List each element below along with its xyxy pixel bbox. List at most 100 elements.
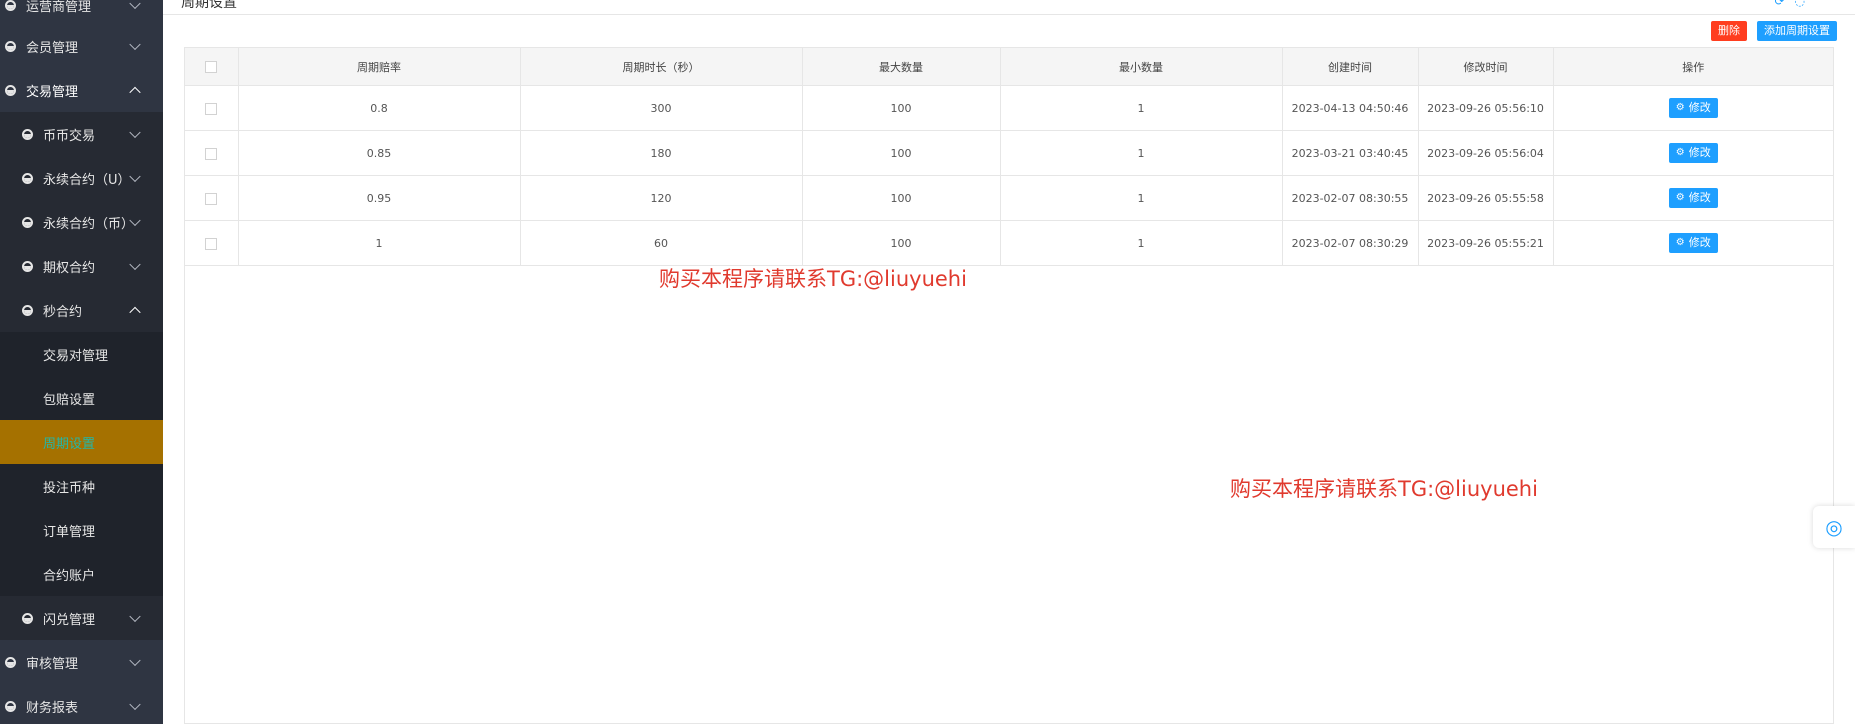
sidebar-item-flash-exchange[interactable]: 闪兑管理 bbox=[0, 596, 163, 640]
edit-button[interactable]: ⚙ 修改 bbox=[1668, 188, 1718, 208]
row-checkbox[interactable] bbox=[205, 237, 218, 250]
cell-duration: 120 bbox=[520, 175, 803, 221]
table-row: 0.95 120 100 1 2023-02-07 08:30:55 2023-… bbox=[185, 175, 1833, 221]
cell-created: 2023-02-07 08:30:55 bbox=[1282, 175, 1419, 221]
watermark-text: 购买本程序请联系TG:@liuyuehi bbox=[659, 267, 967, 291]
cell-min: 1 bbox=[1000, 175, 1283, 221]
sidebar-item-contract-account[interactable]: 合约账户 bbox=[0, 552, 163, 596]
cell-modified: 2023-09-26 05:56:10 bbox=[1418, 85, 1554, 131]
edit-button[interactable]: ⚙ 修改 bbox=[1668, 233, 1718, 253]
cell-duration: 60 bbox=[520, 220, 803, 266]
sidebar-item-pairs[interactable]: 交易对管理 bbox=[0, 332, 163, 376]
cell-min: 1 bbox=[1000, 85, 1283, 131]
sidebar-item-label: 交易对管理 bbox=[43, 348, 109, 364]
cell-modified: 2023-09-26 05:55:21 bbox=[1418, 220, 1554, 266]
header-icons: ⟳◌ bbox=[1774, 0, 1815, 8]
row-checkbox[interactable] bbox=[205, 147, 218, 160]
column-header: 创建时间 bbox=[1282, 48, 1419, 86]
sidebar: 运营商管理 会员管理 交易管理 币币交易 永续合约（U） 永续合约（币） 期权合… bbox=[0, 0, 163, 724]
sidebar-item-label: 会员管理 bbox=[26, 40, 79, 56]
half-circle-icon bbox=[22, 172, 33, 184]
half-circle-icon bbox=[22, 128, 33, 140]
sidebar-item-audit[interactable]: 审核管理 bbox=[0, 640, 163, 684]
half-circle-icon bbox=[5, 84, 16, 96]
sidebar-item-spot[interactable]: 币币交易 bbox=[0, 112, 163, 156]
table-row: 1 60 100 1 2023-02-07 08:30:29 2023-09-2… bbox=[185, 220, 1833, 266]
sidebar-item-orders[interactable]: 订单管理 bbox=[0, 508, 163, 552]
sidebar-item-label: 永续合约（U） bbox=[43, 172, 131, 188]
cell-duration: 300 bbox=[520, 85, 803, 131]
sidebar-item-label: 币币交易 bbox=[43, 128, 96, 144]
settings-icon[interactable]: ◌ bbox=[1795, 0, 1815, 8]
edit-button[interactable]: ⚙ 修改 bbox=[1668, 143, 1718, 163]
half-circle-icon bbox=[5, 0, 16, 11]
sidebar-item-label: 合约账户 bbox=[43, 568, 96, 584]
edit-label: 修改 bbox=[1688, 101, 1711, 114]
chevron-up-icon bbox=[129, 306, 141, 319]
sidebar-item-operator[interactable]: 运营商管理 bbox=[0, 0, 163, 27]
edit-button[interactable]: ⚙ 修改 bbox=[1668, 98, 1718, 118]
chevron-down-icon bbox=[129, 0, 141, 10]
sidebar-item-label: 周期设置 bbox=[43, 436, 96, 452]
chevron-down-icon bbox=[129, 610, 141, 623]
half-circle-icon bbox=[22, 216, 33, 228]
sidebar-item-period-settings[interactable]: 周期设置 bbox=[0, 420, 163, 464]
select-all-checkbox[interactable] bbox=[205, 61, 218, 73]
breadcrumb: 周期设置 bbox=[181, 0, 237, 11]
column-header: 修改时间 bbox=[1418, 48, 1554, 86]
chat-widget-icon[interactable]: ◎ bbox=[1813, 506, 1855, 548]
sidebar-item-bet-currency[interactable]: 投注币种 bbox=[0, 464, 163, 508]
sidebar-item-label: 财务报表 bbox=[26, 700, 79, 716]
table-header-row: 周期赔率 周期时长（秒） 最大数量 最小数量 创建时间 修改时间 操作 bbox=[185, 48, 1833, 86]
delete-button[interactable]: 删除 bbox=[1711, 21, 1747, 41]
edit-label: 修改 bbox=[1688, 146, 1711, 159]
chevron-down-icon bbox=[129, 698, 141, 711]
chevron-up-icon bbox=[129, 86, 141, 99]
refresh-icon[interactable]: ⟳ bbox=[1774, 0, 1794, 8]
sidebar-item-options[interactable]: 期权合约 bbox=[0, 244, 163, 288]
sidebar-item-compensation[interactable]: 包赔设置 bbox=[0, 376, 163, 420]
cell-modified: 2023-09-26 05:56:04 bbox=[1418, 130, 1554, 176]
sidebar-item-label: 订单管理 bbox=[43, 524, 96, 540]
header: 周期设置 ⟳◌ bbox=[163, 0, 1855, 15]
sidebar-item-label: 包赔设置 bbox=[43, 392, 96, 408]
cell-duration: 180 bbox=[520, 130, 803, 176]
gear-icon: ⚙ bbox=[1675, 102, 1685, 113]
cell-max: 100 bbox=[802, 130, 1001, 176]
column-header: 最大数量 bbox=[802, 48, 1001, 86]
sidebar-item-label: 期权合约 bbox=[43, 260, 96, 276]
sidebar-item-label: 审核管理 bbox=[26, 656, 79, 672]
sidebar-item-perpetual-u[interactable]: 永续合约（U） bbox=[0, 156, 163, 200]
sidebar-item-label: 永续合约（币） bbox=[43, 216, 135, 232]
cell-max: 100 bbox=[802, 175, 1001, 221]
sidebar-item-perpetual-coin[interactable]: 永续合约（币） bbox=[0, 200, 163, 244]
add-period-button[interactable]: 添加周期设置 bbox=[1757, 21, 1837, 41]
cell-max: 100 bbox=[802, 220, 1001, 266]
chevron-down-icon bbox=[129, 126, 141, 139]
cell-created: 2023-02-07 08:30:29 bbox=[1282, 220, 1419, 266]
sidebar-item-label: 投注币种 bbox=[43, 480, 96, 496]
cell-rate: 1 bbox=[238, 220, 521, 266]
sidebar-item-members[interactable]: 会员管理 bbox=[0, 24, 163, 68]
edit-label: 修改 bbox=[1688, 191, 1711, 204]
half-circle-icon bbox=[22, 304, 33, 316]
sidebar-item-trading[interactable]: 交易管理 bbox=[0, 68, 163, 112]
gear-icon: ⚙ bbox=[1675, 147, 1685, 158]
sidebar-item-label: 交易管理 bbox=[26, 84, 79, 100]
select-all-cell[interactable] bbox=[185, 48, 239, 86]
sidebar-item-second-contract[interactable]: 秒合约 bbox=[0, 288, 163, 332]
table-row: 0.85 180 100 1 2023-03-21 03:40:45 2023-… bbox=[185, 130, 1833, 176]
half-circle-icon bbox=[5, 700, 16, 712]
row-checkbox[interactable] bbox=[205, 102, 218, 115]
sidebar-item-label: 运营商管理 bbox=[26, 0, 92, 15]
sidebar-item-finance[interactable]: 财务报表 bbox=[0, 684, 163, 724]
cell-min: 1 bbox=[1000, 220, 1283, 266]
cell-min: 1 bbox=[1000, 130, 1283, 176]
cell-created: 2023-04-13 04:50:46 bbox=[1282, 85, 1419, 131]
column-header: 周期赔率 bbox=[238, 48, 521, 86]
cell-created: 2023-03-21 03:40:45 bbox=[1282, 130, 1419, 176]
column-header: 周期时长（秒） bbox=[520, 48, 803, 86]
gear-icon: ⚙ bbox=[1675, 192, 1685, 203]
table-row: 0.8 300 100 1 2023-04-13 04:50:46 2023-0… bbox=[185, 85, 1833, 131]
row-checkbox[interactable] bbox=[205, 192, 218, 205]
